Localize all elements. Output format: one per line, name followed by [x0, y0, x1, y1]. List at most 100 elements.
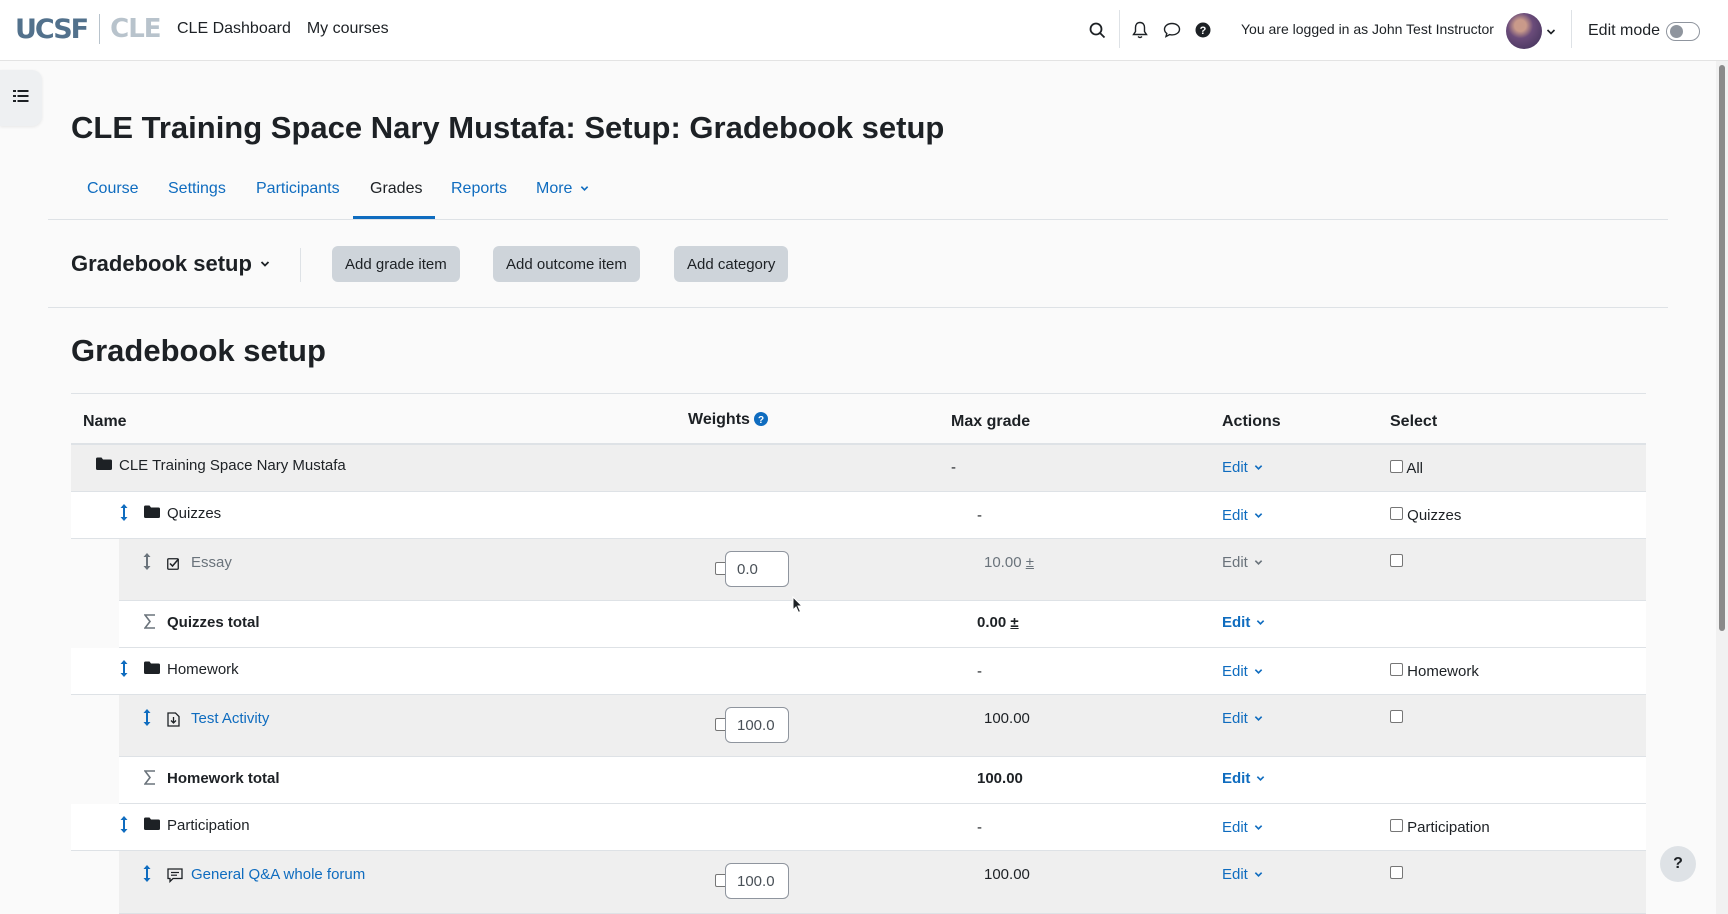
list-icon — [13, 89, 29, 108]
course-index-drawer-button[interactable] — [0, 70, 42, 126]
messages-chat-icon[interactable] — [1162, 20, 1182, 40]
table-row-category: Quizzes - Edit Quizzes — [71, 492, 1646, 539]
edit-menu-button[interactable]: Edit — [1222, 554, 1263, 571]
edit-label: Edit — [1222, 663, 1248, 680]
weight-input[interactable]: 0.0 — [725, 551, 789, 587]
tab-course[interactable]: Course — [87, 180, 139, 198]
table-row-grade-item: Test Activity 100.0 100.00 Edit — [119, 695, 1646, 757]
nav-my-courses[interactable]: My courses — [307, 20, 389, 38]
edit-label: Edit — [1222, 507, 1248, 524]
chevron-down-icon — [580, 186, 589, 191]
edit-menu-button[interactable]: Edit — [1222, 710, 1263, 727]
max-grade-value: 100.00 — [984, 710, 1030, 727]
tab-settings[interactable]: Settings — [168, 180, 226, 198]
edit-mode-toggle[interactable] — [1666, 22, 1700, 41]
user-avatar[interactable] — [1506, 13, 1542, 49]
select-category-checkbox[interactable] — [1390, 663, 1403, 676]
max-grade-value: - — [951, 459, 956, 476]
forum-icon — [167, 868, 183, 887]
table-row-category: Participation - Edit Participation — [71, 804, 1646, 851]
active-tab-indicator — [353, 216, 435, 219]
tab-participants[interactable]: Participants — [256, 180, 340, 198]
tab-grades[interactable]: Grades — [370, 180, 422, 198]
max-grade-value: - — [977, 819, 982, 836]
edit-menu-button[interactable]: Edit — [1222, 663, 1263, 680]
tab-more[interactable]: More — [536, 180, 589, 198]
move-handle-icon[interactable] — [120, 660, 128, 681]
category-total-name: Quizzes total — [167, 614, 260, 631]
tab-reports[interactable]: Reports — [451, 180, 507, 198]
select-category-checkbox[interactable] — [1390, 507, 1403, 520]
category-total-name: Homework total — [167, 770, 280, 787]
max-grade-value: - — [977, 507, 982, 524]
search-icon[interactable] — [1087, 20, 1107, 40]
logged-in-user-text: You are logged in as John Test Instructo… — [1241, 21, 1494, 37]
move-handle-icon[interactable] — [143, 865, 151, 886]
gradebook-selector-label: Gradebook setup — [71, 251, 252, 276]
table-row-category-total: Homework total 100.00 Edit — [119, 757, 1646, 804]
select-category-label: Participation — [1407, 819, 1490, 836]
chevron-down-icon — [1254, 669, 1263, 674]
select-category-control[interactable]: Participation — [1390, 819, 1490, 836]
grade-item-name[interactable]: General Q&A whole forum — [191, 866, 365, 883]
edit-menu-button[interactable]: Edit — [1222, 507, 1263, 524]
move-handle-icon[interactable] — [120, 816, 128, 837]
edit-menu-button[interactable]: Edit — [1222, 819, 1263, 836]
move-handle-icon[interactable] — [143, 553, 151, 574]
add-grade-item-button[interactable]: Add grade item — [332, 246, 460, 282]
page-title: CLE Training Space Nary Mustafa: Setup: … — [71, 110, 945, 145]
course-secondary-navigation: Course Settings Participants Grades Repo… — [48, 168, 1668, 220]
move-handle-icon[interactable] — [120, 504, 128, 525]
select-category-control[interactable]: Quizzes — [1390, 507, 1461, 524]
folder-icon — [96, 457, 112, 474]
weight-input[interactable]: 100.0 — [725, 863, 789, 899]
category-name: Homework — [167, 661, 239, 678]
nav-cle-dashboard[interactable]: CLE Dashboard — [177, 20, 291, 38]
select-item-checkbox[interactable] — [1390, 710, 1403, 727]
folder-icon — [144, 661, 160, 678]
edit-menu-button[interactable]: Edit — [1222, 770, 1265, 787]
max-grade-value: 0.00 ± — [977, 614, 1019, 631]
navbar-divider — [1571, 10, 1572, 48]
max-grade-value: 100.00 — [984, 866, 1030, 883]
floating-help-button[interactable]: ? — [1660, 846, 1696, 882]
page-scrollbar[interactable] — [1716, 61, 1728, 914]
max-grade-value: - — [977, 663, 982, 680]
logo-cle: CLE — [110, 14, 161, 44]
edit-menu-button[interactable]: Edit — [1222, 459, 1263, 476]
add-category-button[interactable]: Add category — [674, 246, 789, 282]
add-outcome-item-button[interactable]: Add outcome item — [493, 246, 640, 282]
max-grade-value: 10.00 ± — [984, 554, 1034, 571]
select-item-checkbox[interactable] — [1390, 866, 1403, 883]
edit-label: Edit — [1222, 770, 1251, 787]
primary-navigation: CLE Dashboard My courses — [177, 20, 389, 38]
select-item-checkbox[interactable] — [1390, 554, 1403, 571]
grade-item-name[interactable]: Essay — [191, 554, 232, 571]
grade-range-icon: ± — [1010, 614, 1019, 631]
edit-label: Edit — [1222, 554, 1248, 571]
sigma-sum-icon — [143, 614, 156, 633]
navbar-divider — [1119, 10, 1120, 48]
edit-menu-button[interactable]: Edit — [1222, 614, 1265, 631]
help-question-icon[interactable]: ? — [1193, 20, 1213, 40]
category-name: Participation — [167, 817, 250, 834]
edit-menu-button[interactable]: Edit — [1222, 866, 1263, 883]
weight-input[interactable]: 100.0 — [725, 707, 789, 743]
select-category-control[interactable]: Homework — [1390, 663, 1479, 680]
grade-item-name[interactable]: Test Activity — [191, 710, 269, 727]
gradebook-setup-selector[interactable]: Gradebook setup — [71, 251, 270, 277]
chevron-down-icon — [260, 261, 270, 267]
notifications-bell-icon[interactable] — [1130, 20, 1150, 40]
chevron-down-icon — [1257, 776, 1265, 781]
select-all-control[interactable]: All — [1390, 460, 1423, 477]
chevron-down-icon — [1254, 825, 1263, 830]
chevron-down-icon — [1254, 716, 1263, 721]
select-all-checkbox[interactable] — [1390, 460, 1403, 473]
site-logo[interactable]: UCSF CLE — [15, 13, 162, 45]
move-handle-icon[interactable] — [143, 709, 151, 730]
chevron-down-icon[interactable] — [1546, 24, 1556, 42]
select-category-checkbox[interactable] — [1390, 819, 1403, 832]
scrollbar-thumb[interactable] — [1719, 65, 1725, 631]
help-question-icon[interactable]: ? — [754, 412, 769, 426]
select-all-label: All — [1406, 460, 1424, 477]
